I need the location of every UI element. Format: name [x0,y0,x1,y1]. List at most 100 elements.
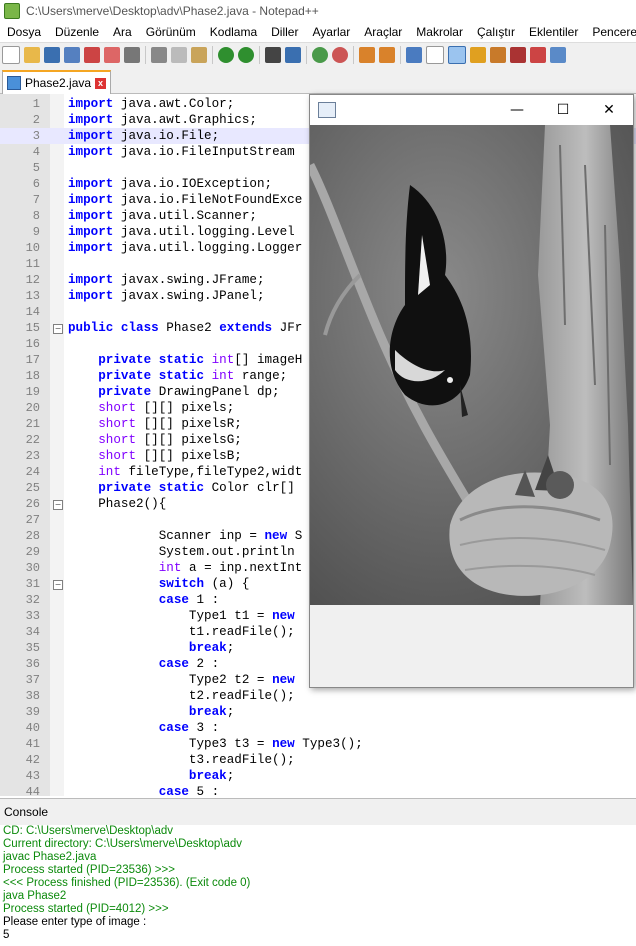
code-text: case 1 : [158,593,220,607]
code-line[interactable]: 40 case 3 : [0,720,636,736]
code-line[interactable]: 38 t2.readFile(); [0,688,636,704]
close-file-icon[interactable] [84,47,100,63]
toolbar [0,42,636,68]
line-number: 10 [25,241,40,255]
code-line[interactable]: 39 break; [0,704,636,720]
code-text: break; [188,641,235,655]
tab-strip: Phase2.java x [0,67,636,94]
line-number: 17 [25,353,40,367]
line-number: 33 [25,609,40,623]
toolbar-separator [145,46,146,64]
zoom-in-icon[interactable] [312,47,328,63]
code-text: import javax.swing.JPanel; [68,289,265,303]
save-icon[interactable] [44,47,60,63]
line-number: 7 [32,193,40,207]
code-text: import java.io.FileInputStream [68,145,295,159]
line-number: 40 [25,721,40,735]
line-number: 20 [25,401,40,415]
line-number: 29 [25,545,40,559]
line-number: 21 [25,417,40,431]
java-frame-title-bar[interactable]: — ☐ ✕ [310,95,633,125]
line-number: 1 [32,97,40,111]
menu-kodlama[interactable]: Kodlama [203,25,264,39]
print-icon[interactable] [124,47,140,63]
java-frame-window[interactable]: — ☐ ✕ [309,94,634,688]
tab-phase2-java[interactable]: Phase2.java x [2,70,112,94]
code-line[interactable]: 42 t3.readFile(); [0,752,636,768]
function-list-icon[interactable] [510,47,526,63]
line-number: 27 [25,513,40,527]
code-line[interactable]: 43 break; [0,768,636,784]
menu-dosya[interactable]: Dosya [0,25,48,39]
code-text: import java.util.logging.Level [68,225,295,239]
line-number: 25 [25,481,40,495]
code-text: short [][] pixelsB; [98,449,242,463]
line-number: 23 [25,449,40,463]
redo-icon[interactable] [238,47,254,63]
fold-toggle-icon[interactable]: − [53,580,63,590]
word-wrap-icon[interactable] [406,47,422,63]
save-all-icon[interactable] [64,47,80,63]
code-text: break; [188,705,235,719]
console-line: Current directory: C:\Users\merve\Deskto… [3,838,243,850]
menu-diller[interactable]: Diller [264,25,305,39]
replace-icon[interactable] [285,47,301,63]
code-text: case 2 : [158,657,220,671]
menu-pencereler[interactable]: Pencereler [585,25,636,39]
console-line: CD: C:\Users\merve\Desktop\adv [3,825,173,837]
code-text: import java.util.Scanner; [68,209,257,223]
code-text: short [][] pixels; [98,401,235,415]
menu-eklentiler[interactable]: Eklentiler [522,25,585,39]
code-text: switch (a) { [158,577,250,591]
menu-duzenle[interactable]: Düzenle [48,25,106,39]
maximize-button[interactable]: ☐ [540,95,586,125]
console-line: java Phase2 [3,890,67,902]
line-number: 36 [25,657,40,671]
indent-guide-icon[interactable] [448,46,466,64]
open-file-icon[interactable] [24,47,40,63]
menu-gorunum[interactable]: Görünüm [139,25,203,39]
line-number: 41 [25,737,40,751]
copy-icon[interactable] [171,47,187,63]
line-number: 30 [25,561,40,575]
console-output[interactable]: CD: C:\Users\merve\Desktop\adv Current di… [0,825,636,946]
code-text: Type3 t3 = new Type3(); [68,737,363,751]
line-number: 12 [25,273,40,287]
close-all-icon[interactable] [104,47,120,63]
console-header: Console [0,798,636,826]
doc-map-icon[interactable] [490,47,506,63]
menu-makrolar[interactable]: Makrolar [409,25,470,39]
minimize-button[interactable]: — [494,95,540,125]
zoom-out-icon[interactable] [332,47,348,63]
code-text: import java.io.FileNotFoundExce [68,193,303,207]
menu-bar: Dosya Düzenle Ara Görünüm Kodlama Diller… [0,22,636,42]
line-number: 22 [25,433,40,447]
title-bar: C:\Users\merve\Desktop\adv\Phase2.java -… [0,0,636,22]
menu-ayarlar[interactable]: Ayarlar [305,25,357,39]
menu-ara[interactable]: Ara [106,25,139,39]
fold-toggle-icon[interactable]: − [53,324,63,334]
code-text: System.out.println [68,545,295,559]
cut-icon[interactable] [151,47,167,63]
udl-icon[interactable] [470,47,486,63]
code-line[interactable]: 44 case 5 : [0,784,636,796]
undo-icon[interactable] [218,47,234,63]
menu-araclar[interactable]: Araçlar [357,25,409,39]
monitoring-icon[interactable] [550,47,566,63]
code-line[interactable]: 41 Type3 t3 = new Type3(); [0,736,636,752]
file-icon [7,76,21,90]
sync-vertical-icon[interactable] [359,47,375,63]
code-text: break; [188,769,235,783]
new-file-icon[interactable] [2,46,20,64]
close-tab-icon[interactable]: x [95,77,107,89]
folder-workspace-icon[interactable] [530,47,546,63]
close-button[interactable]: ✕ [586,95,632,125]
sync-horizontal-icon[interactable] [379,47,395,63]
fold-toggle-icon[interactable]: − [53,500,63,510]
code-text: private DrawingPanel dp; [98,385,280,399]
find-icon[interactable] [265,47,281,63]
paste-icon[interactable] [191,47,207,63]
code-text: int a = inp.nextInt [158,561,303,575]
menu-calistir[interactable]: Çalıştır [470,25,522,39]
show-all-chars-icon[interactable] [426,46,444,64]
